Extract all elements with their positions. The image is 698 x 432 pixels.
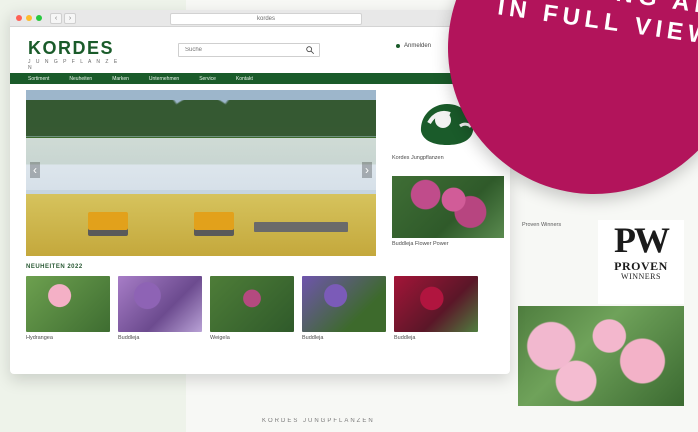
forward-button[interactable]: › [64, 13, 76, 24]
nav-item-0[interactable]: Sortiment [28, 76, 49, 82]
right-tile-caption-0: Kordes Jungpflanzen [392, 155, 444, 161]
minimize-window-button[interactable] [26, 15, 32, 21]
new-products-title: NEUHEITEN 2022 [26, 264, 83, 270]
product-card[interactable]: Hydrangea [26, 276, 110, 341]
background-right-text: Proven Winners [522, 222, 562, 228]
brand-tagline: J U N G P F L A N Z E N [28, 59, 120, 71]
nav-item-2[interactable]: Marken [112, 76, 129, 82]
browser-window: ‹ › kordes ⟳ KORDES J U N G P F L A N Z … [10, 10, 510, 374]
address-bar[interactable]: kordes [170, 13, 362, 25]
account-icon [396, 44, 400, 48]
hero-vehicle [194, 212, 234, 236]
window-controls [16, 15, 42, 21]
hero-cart [254, 222, 348, 232]
main-nav: Sortiment Neuheiten Marken Unternehmen S… [10, 73, 510, 84]
nav-item-3[interactable]: Unternehmen [149, 76, 179, 82]
product-card[interactable]: Buddleja [302, 276, 386, 341]
main-content: ‹ › Kordes Jungpflanzen Buddleja Flower … [10, 84, 510, 341]
pw-logo-main: PW [614, 220, 670, 260]
slider-next-icon[interactable]: › [362, 162, 372, 178]
canvas: Proven Winners KORDES JUNGPFLANZEN PW PR… [0, 0, 698, 432]
nav-item-1[interactable]: Neuheiten [69, 76, 92, 82]
product-caption: Weigela [210, 335, 230, 341]
right-tile-caption-1: Buddleja Flower Power [392, 241, 449, 247]
account-link[interactable]: Anmelden [396, 43, 431, 49]
slider-prev-icon[interactable]: ‹ [30, 162, 40, 178]
right-tile-buddleia[interactable]: Buddleja Flower Power [392, 176, 504, 252]
product-image [394, 276, 478, 332]
hero-vehicle [88, 212, 128, 236]
product-caption: Buddleja [394, 335, 416, 341]
browser-titlebar: ‹ › kordes ⟳ [10, 10, 510, 27]
product-caption: Buddleja [118, 335, 140, 341]
product-card[interactable]: Buddleja [394, 276, 478, 341]
maximize-window-button[interactable] [36, 15, 42, 21]
pw-logo-sub2: WINNERS [621, 272, 661, 281]
pw-logo-sub: PROVEN [614, 259, 668, 273]
search-icon[interactable] [305, 45, 315, 55]
hero-slider[interactable]: ‹ › [26, 90, 376, 256]
product-image [26, 276, 110, 332]
product-card[interactable]: Weigela [210, 276, 294, 341]
product-caption: Buddleja [302, 335, 324, 341]
product-row: Hydrangea Buddleja Weigela Buddleja Budd… [26, 276, 508, 341]
product-image [302, 276, 386, 332]
nav-item-4[interactable]: Service [199, 76, 216, 82]
promo-text: ANYTHING ALL IN FULL VIEW. [495, 0, 698, 53]
search-box [178, 43, 320, 57]
site-header: KORDES J U N G P F L A N Z E N Anmelden [10, 27, 510, 73]
hero-greenhouse [26, 138, 376, 190]
back-button[interactable]: ‹ [50, 13, 62, 24]
right-column-spacer [392, 166, 504, 176]
browser-nav-buttons: ‹ › [50, 13, 76, 24]
product-image [210, 276, 294, 332]
search-input[interactable] [185, 44, 295, 56]
site-logo[interactable]: KORDES J U N G P F L A N Z E N [28, 38, 128, 71]
proven-winners-logo: PW PROVEN WINNERS [598, 220, 684, 304]
close-window-button[interactable] [16, 15, 22, 21]
hydrangea-photo [518, 306, 684, 406]
background-footer-text: KORDES JUNGPFLANZEN [262, 418, 375, 424]
product-caption: Hydrangea [26, 335, 53, 341]
buddleia-photo [392, 176, 504, 238]
nav-item-5[interactable]: Kontakt [236, 76, 253, 82]
account-text: Anmelden [404, 43, 432, 49]
product-card[interactable]: Buddleja [118, 276, 202, 341]
product-image [118, 276, 202, 332]
hero-tree-row [26, 100, 376, 136]
brand-name: KORDES [28, 38, 115, 58]
